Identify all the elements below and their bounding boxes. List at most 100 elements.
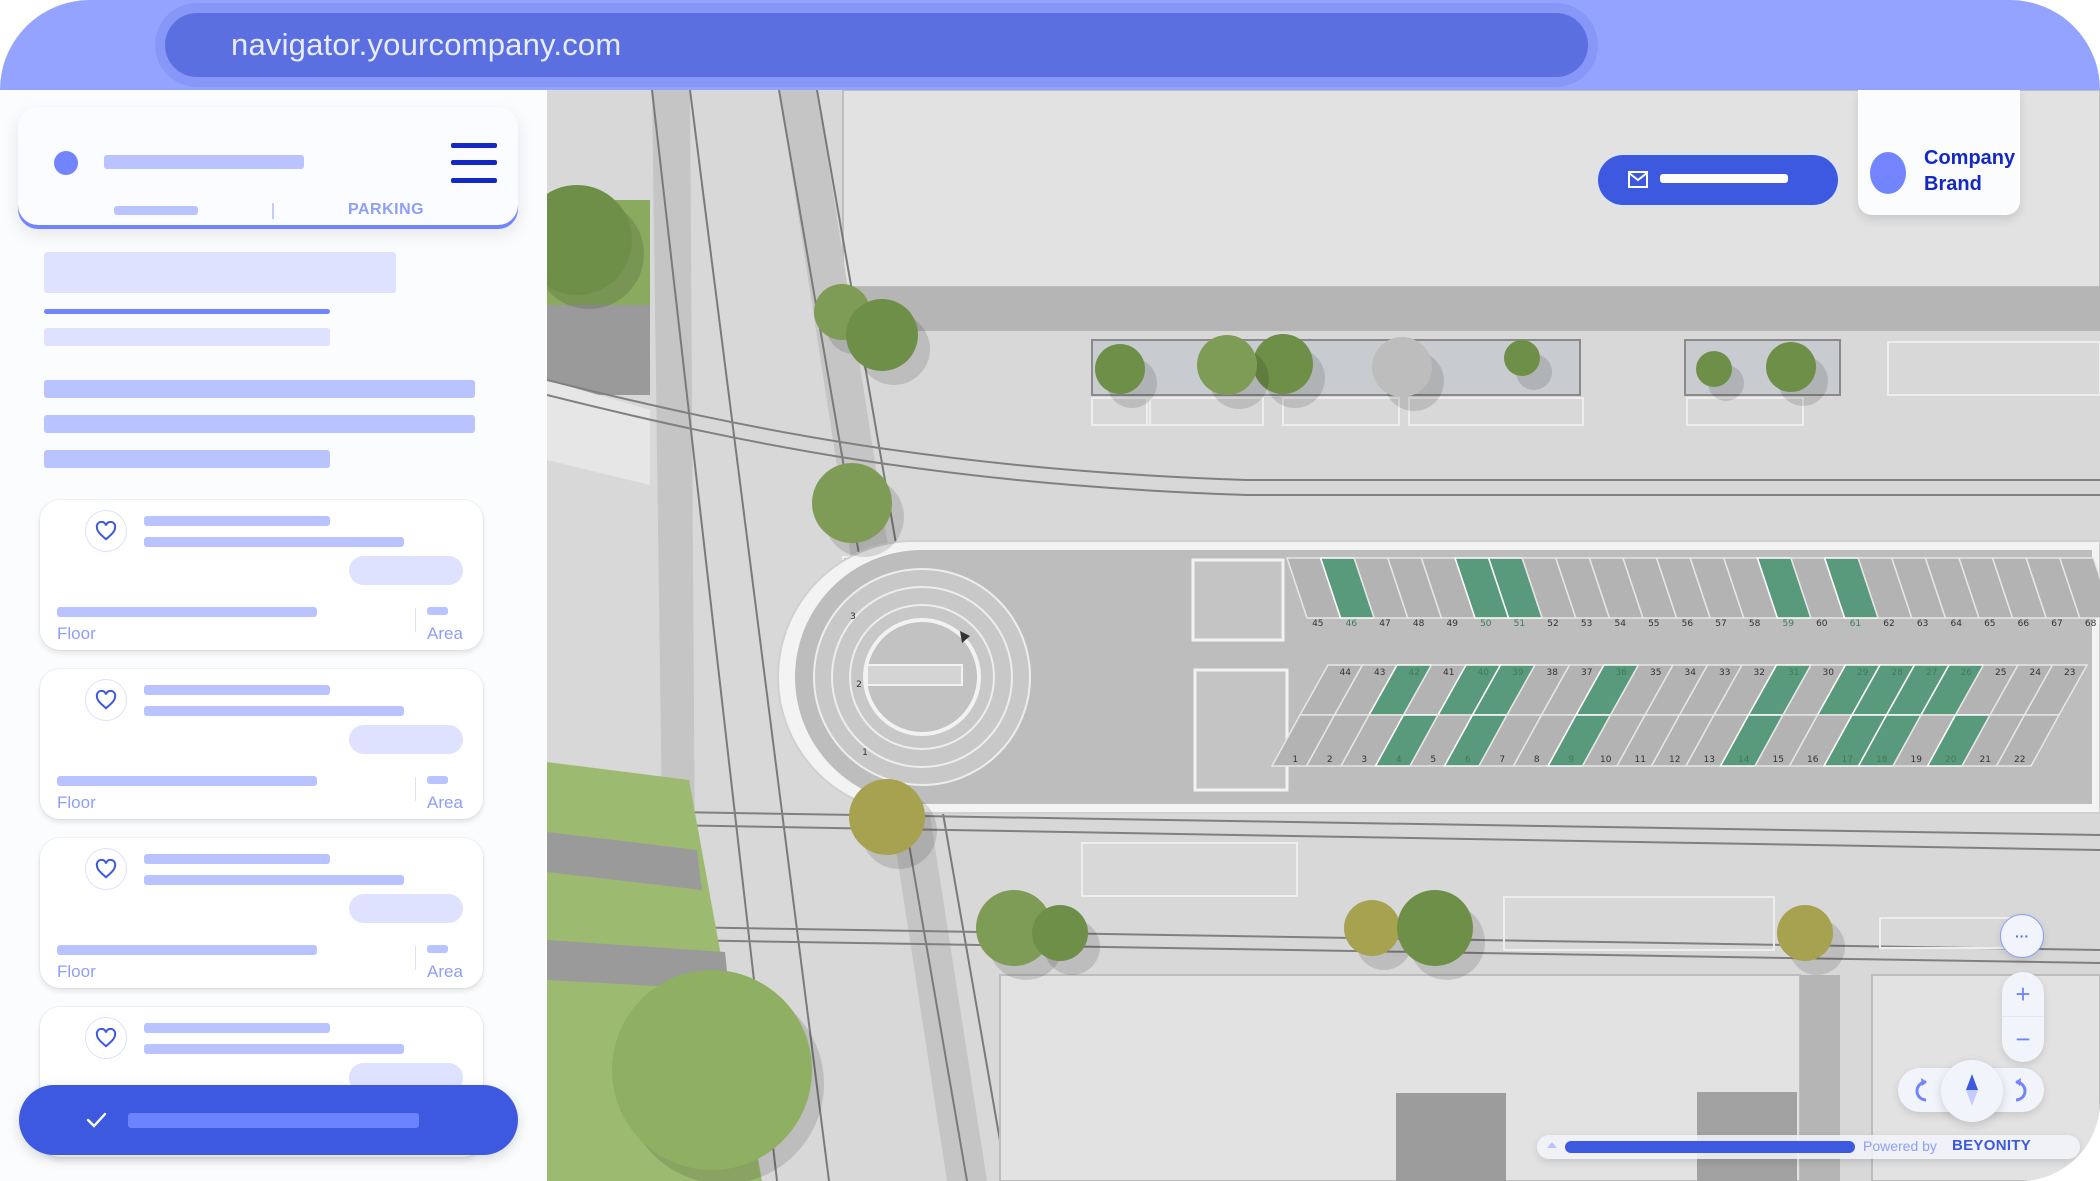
brand-name: Company Brand — [1924, 147, 2016, 195]
parking-space-number: 13 — [1704, 755, 1715, 765]
tree — [849, 779, 925, 855]
sidebar: PARKING Floor Area Floor Area Floor Area — [0, 90, 547, 1181]
favorite-button[interactable] — [85, 510, 127, 552]
app-title-placeholder — [104, 155, 304, 169]
parking-space-number: 44 — [1340, 668, 1352, 678]
tree — [1344, 900, 1400, 956]
contact-button[interactable] — [1598, 155, 1838, 205]
section-title-placeholder — [44, 252, 396, 293]
expand-caret-icon[interactable] — [1547, 1142, 1557, 1148]
parking-space-number: 29 — [1857, 668, 1869, 678]
parking-space-number: 40 — [1478, 668, 1490, 678]
floor-value-placeholder — [57, 945, 317, 955]
divider — [415, 777, 416, 801]
location-detail-placeholder — [144, 706, 404, 716]
app-logo-dot — [54, 151, 78, 175]
parking-space-number: 2 — [856, 680, 862, 690]
rotate-left-icon[interactable] — [1908, 1074, 1940, 1106]
tab-parking[interactable]: PARKING — [348, 201, 424, 219]
parking-space-number: 53 — [1581, 619, 1592, 629]
zoom-out-button[interactable]: − — [2002, 1017, 2044, 1062]
tree — [612, 970, 812, 1170]
parking-space-number: 67 — [2051, 619, 2062, 629]
parking-space-number: 6 — [1465, 755, 1471, 765]
tree — [846, 299, 918, 371]
map-view[interactable]: 45 46 47 48 49 50 51 52 53 54 55 56 57 58 59 60 61 62 63 64… — [547, 90, 2100, 1181]
favorite-button[interactable] — [85, 679, 127, 721]
parking-space-number: 21 — [1980, 755, 1991, 765]
location-name-placeholder — [144, 516, 330, 526]
description-line — [44, 450, 330, 468]
parking-space-number: 61 — [1850, 619, 1861, 629]
floor-value-placeholder — [57, 776, 317, 786]
location-card[interactable]: Floor Area — [40, 669, 483, 819]
location-card[interactable]: Floor Area — [40, 838, 483, 988]
progress-bar — [1565, 1141, 1855, 1153]
stairwell — [1191, 558, 1285, 642]
elevator-core — [1193, 668, 1289, 792]
area-value-placeholder — [427, 607, 448, 615]
favorite-button[interactable] — [85, 848, 127, 890]
parking-space-number: 54 — [1614, 619, 1626, 629]
parking-space-number: 49 — [1446, 619, 1458, 629]
location-action-pill[interactable] — [349, 556, 463, 585]
heart-icon — [95, 521, 117, 541]
powered-by-label: Powered by — [1863, 1138, 1937, 1154]
parking-space-number: 34 — [1685, 668, 1697, 678]
location-action-pill[interactable] — [349, 894, 463, 923]
parking-space-number: 59 — [1782, 619, 1794, 629]
parking-space-number: 66 — [2018, 619, 2030, 629]
more-options-button[interactable]: ··· — [2000, 914, 2044, 958]
parking-space-number: 55 — [1648, 619, 1659, 629]
area-label: Area — [427, 624, 463, 643]
tree — [1696, 351, 1732, 387]
compass-button[interactable] — [1941, 1060, 2003, 1122]
parking-space-number: 8 — [1534, 755, 1540, 765]
heart-icon — [95, 859, 117, 879]
area-label: Area — [427, 793, 463, 812]
location-action-pill[interactable] — [349, 725, 463, 754]
location-name-placeholder — [144, 685, 330, 695]
confirm-button[interactable] — [19, 1085, 518, 1155]
rail-tracks — [547, 305, 650, 395]
parking-space-number: 28 — [1892, 668, 1904, 678]
zoom-in-button[interactable]: + — [2002, 972, 2044, 1017]
parking-space-number: 43 — [1374, 668, 1385, 678]
favorite-button[interactable] — [85, 1017, 127, 1059]
top-building-shadow — [843, 287, 2100, 331]
parking-space-number: 20 — [1945, 755, 1957, 765]
hamburger-menu-icon[interactable] — [451, 143, 497, 183]
parking-space-number: 1 — [862, 748, 868, 758]
floor-label: Floor — [57, 793, 96, 812]
company-brand-card: Company Brand — [1858, 90, 2020, 215]
parking-space-number: 35 — [1650, 668, 1661, 678]
parking-space-number: 19 — [1911, 755, 1923, 765]
parking-space-number: 3 — [1361, 755, 1367, 765]
parking-space-number: 42 — [1409, 668, 1420, 678]
parking-space-number: 46 — [1346, 619, 1358, 629]
parking-space-number: 16 — [1807, 755, 1819, 765]
location-card[interactable]: Floor Area — [40, 500, 483, 650]
location-detail-placeholder — [144, 1044, 404, 1054]
location-detail-placeholder — [144, 537, 404, 547]
parking-space-number: 63 — [1917, 619, 1928, 629]
parking-space-number: 4 — [1396, 755, 1402, 765]
parking-space-number: 17 — [1842, 755, 1853, 765]
parking-space-number: 9 — [1568, 755, 1574, 765]
contact-label-placeholder — [1660, 174, 1788, 183]
tab-placeholder[interactable] — [114, 206, 198, 215]
powered-by-bar: Powered by BEYONITY — [1537, 1135, 2080, 1159]
confirm-label-placeholder — [128, 1113, 419, 1128]
map-canvas[interactable]: 45 46 47 48 49 50 51 52 53 54 55 56 57 58 59 60 61 62 63 64… — [547, 90, 2100, 1181]
rotate-right-icon[interactable] — [2002, 1074, 2034, 1106]
parking-space-number: 57 — [1715, 619, 1726, 629]
area-value-placeholder — [427, 945, 448, 953]
check-icon — [86, 1112, 107, 1128]
sidebar-header-card: PARKING — [18, 107, 518, 225]
area-value-placeholder — [427, 776, 448, 784]
parking-space-number: 14 — [1738, 755, 1750, 765]
parking-space-number: 32 — [1754, 668, 1765, 678]
parking-space-number: 38 — [1547, 668, 1559, 678]
url-bar[interactable]: navigator.yourcompany.com — [165, 13, 1588, 77]
parking-space-number: 33 — [1719, 668, 1730, 678]
